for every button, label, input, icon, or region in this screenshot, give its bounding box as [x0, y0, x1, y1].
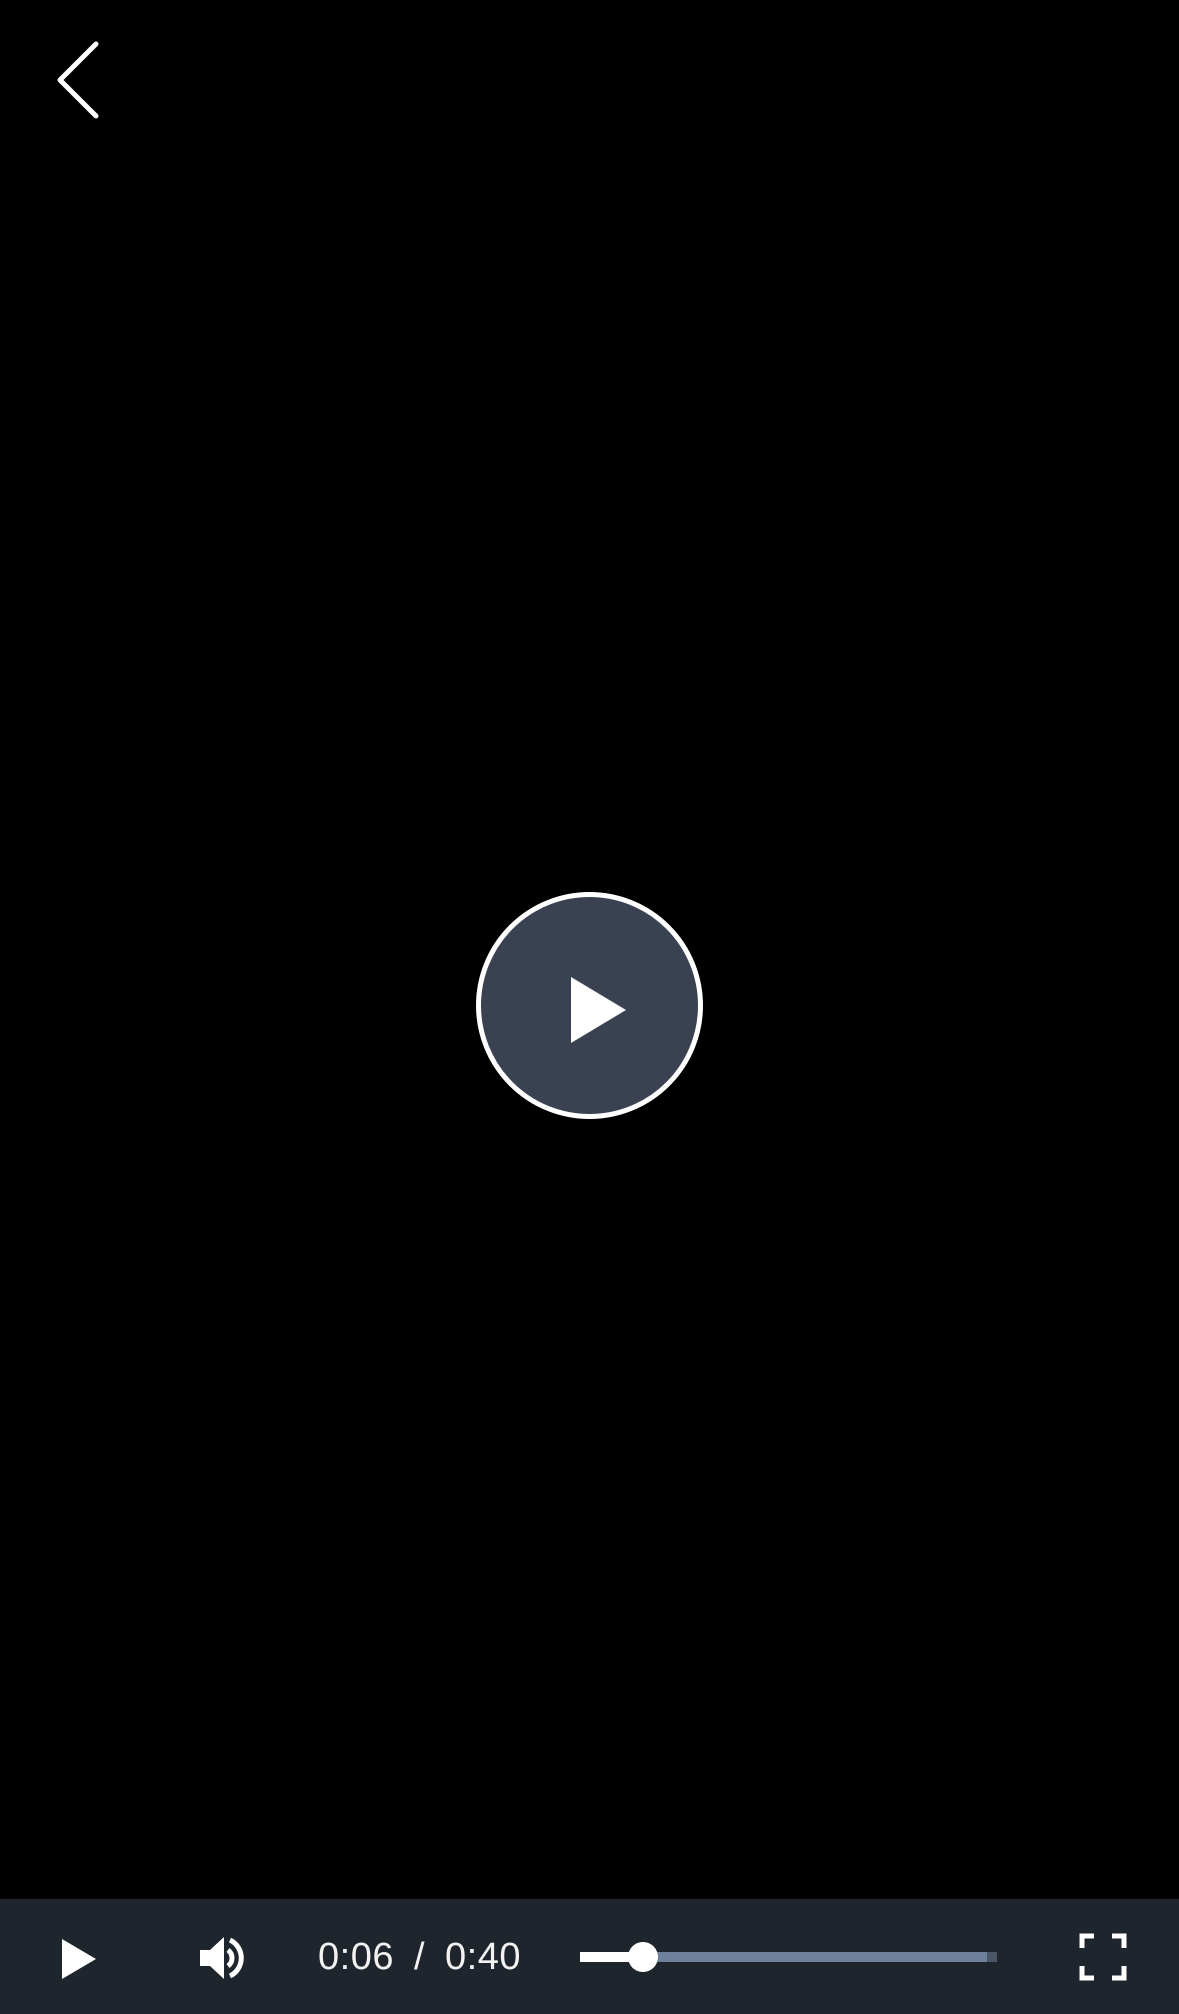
- center-play-button[interactable]: [476, 892, 703, 1119]
- chevron-left-icon: [57, 41, 99, 119]
- progress-buffer-end: [987, 1952, 997, 1962]
- fullscreen-button[interactable]: [1078, 1932, 1128, 1982]
- progress-bar[interactable]: [580, 1942, 997, 1972]
- volume-icon: [200, 1937, 244, 1979]
- duration: 0:40: [445, 1936, 521, 1978]
- volume-button[interactable]: [196, 1928, 256, 1988]
- time-separator: /: [413, 1936, 426, 1978]
- time-display: 0:06 / 0:40: [318, 1937, 521, 1977]
- current-time: 0:06: [318, 1936, 394, 1978]
- video-player[interactable]: 0:06 / 0:40: [0, 0, 1179, 2014]
- progress-thumb[interactable]: [628, 1942, 658, 1972]
- play-icon: [62, 1939, 96, 1979]
- play-button[interactable]: [48, 1929, 108, 1989]
- fullscreen-icon: [1079, 1933, 1127, 1981]
- back-button[interactable]: [40, 30, 120, 130]
- play-icon: [571, 977, 626, 1043]
